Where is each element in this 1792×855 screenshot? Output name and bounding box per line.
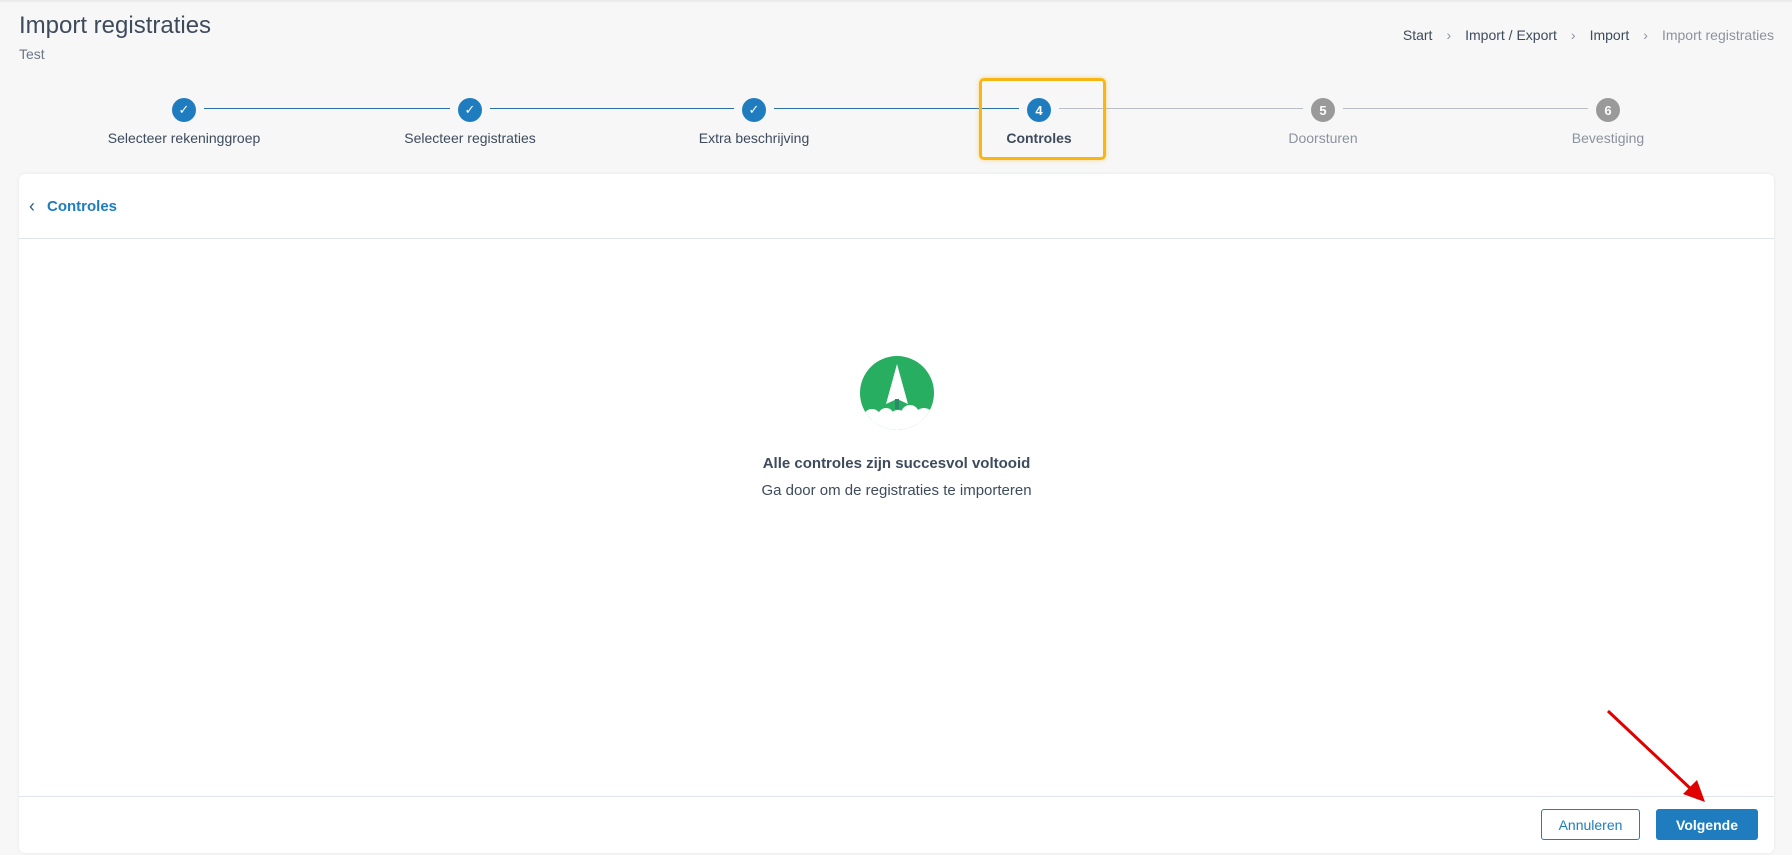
step-label: Selecteer rekeninggroep: [107, 130, 261, 146]
card-footer: Annuleren Volgende: [19, 796, 1774, 853]
highlight-box: [979, 78, 1106, 160]
cancel-button[interactable]: Annuleren: [1541, 809, 1640, 840]
step-check-icon: ✓: [458, 98, 482, 122]
success-panel: Alle controles zijn succesvol voltooid G…: [19, 356, 1774, 499]
step-label: Doorsturen: [1288, 130, 1358, 146]
stepper-connector: [490, 108, 734, 109]
stepper: ✓ Selecteer rekeninggroep ✓ Selecteer regis…: [0, 0, 1792, 170]
success-description: Ga door om de registraties te importeren: [761, 482, 1032, 499]
step-number-5: 5: [1311, 98, 1335, 122]
stepper-connector: [204, 108, 450, 109]
controls-card: ‹ Controles Alle controles zijn succesvo…: [19, 174, 1774, 853]
step-label: Bevestiging: [1571, 130, 1645, 146]
stepper-connector: [1343, 108, 1588, 109]
step-number-6: 6: [1596, 98, 1620, 122]
success-title: Alle controles zijn succesvol voltooid: [762, 455, 1031, 472]
step-label: Extra beschrijving: [698, 130, 810, 146]
card-header: ‹ Controles: [19, 174, 1774, 239]
step-check-icon: ✓: [742, 98, 766, 122]
rocket-success-icon: [859, 356, 934, 430]
card-title: Controles: [47, 197, 118, 215]
chevron-left-icon[interactable]: ‹: [29, 196, 35, 217]
step-check-icon: ✓: [172, 98, 196, 122]
step-label: Selecteer registraties: [404, 130, 536, 146]
next-button[interactable]: Volgende: [1656, 809, 1758, 840]
